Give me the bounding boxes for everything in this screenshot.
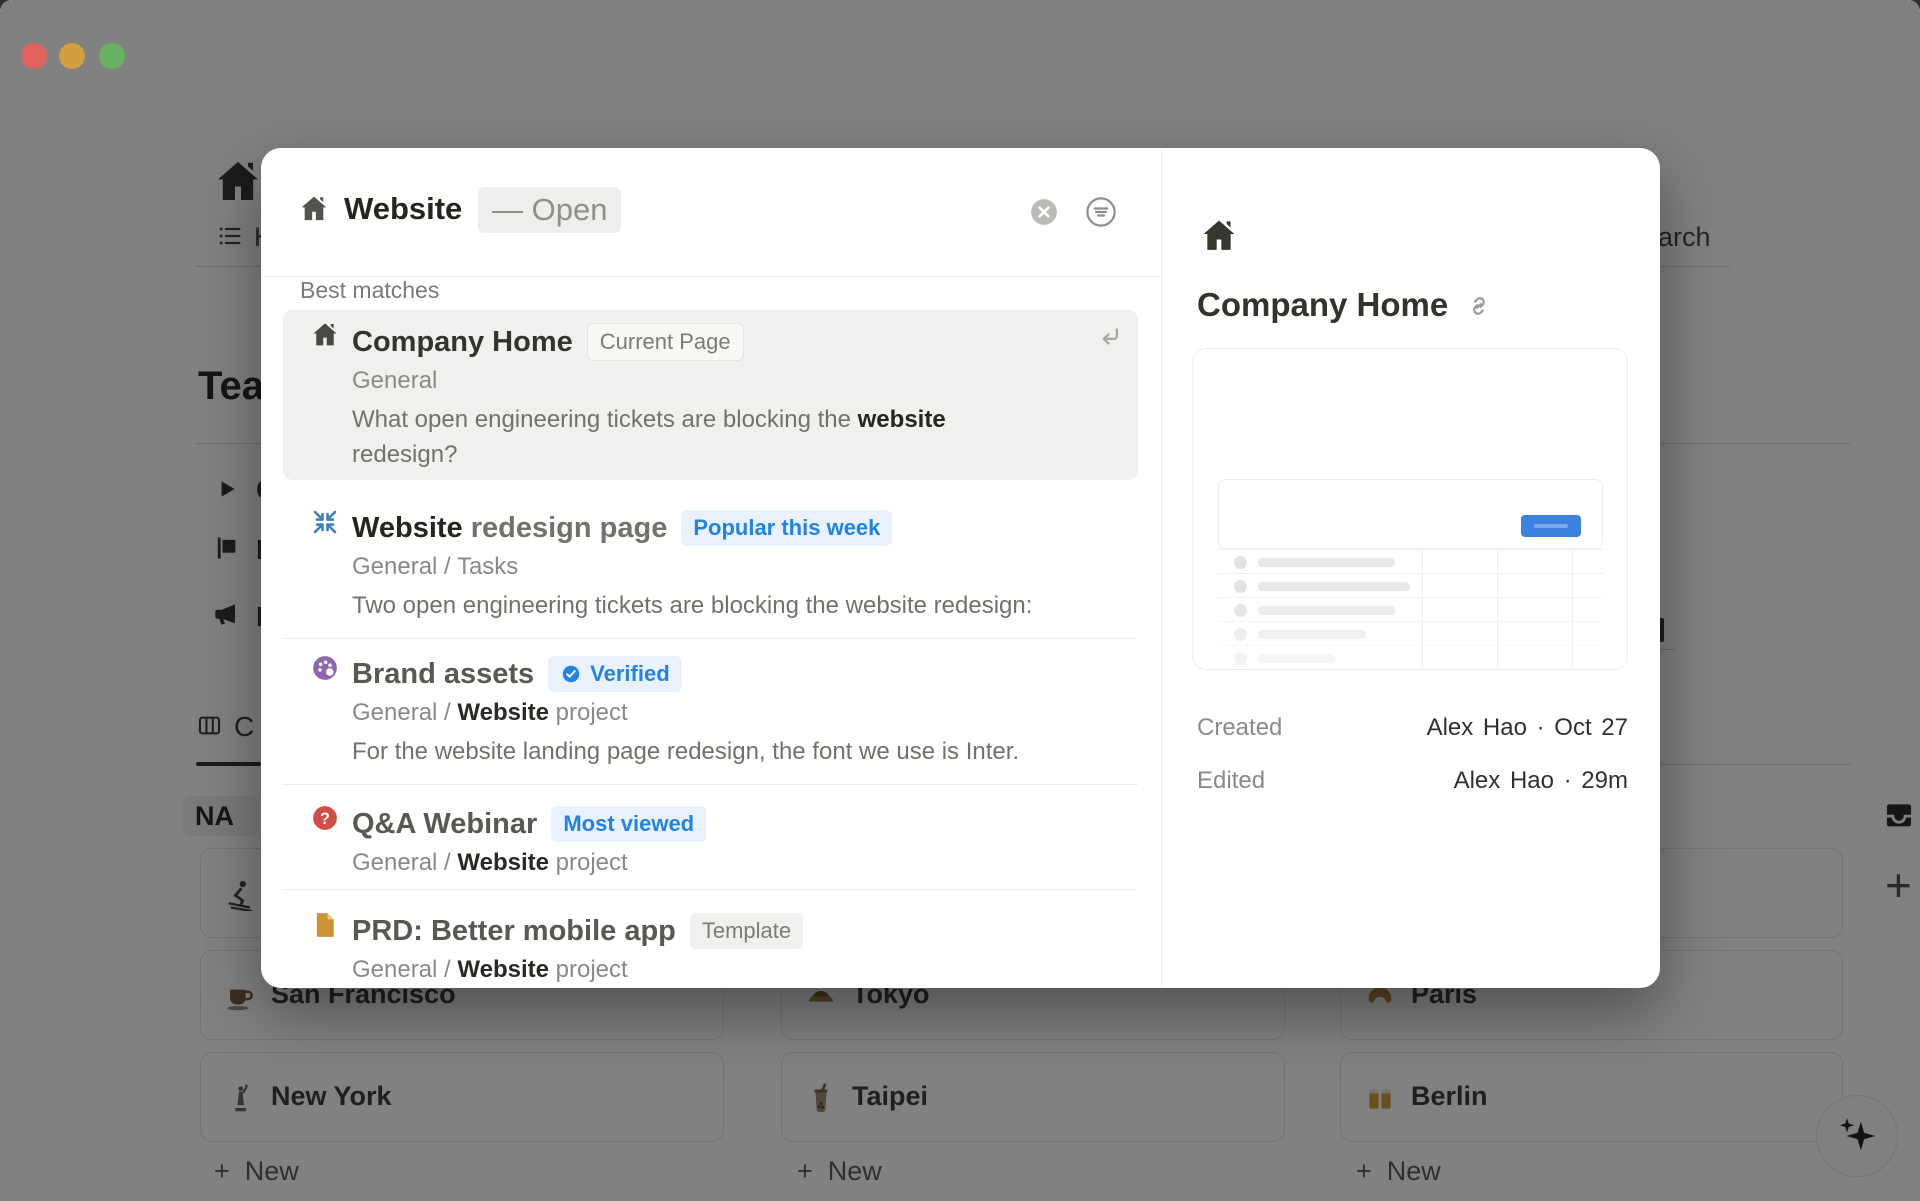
question-mark-icon: ?	[310, 803, 340, 833]
minimize-window-button[interactable]	[59, 43, 85, 69]
divider	[283, 784, 1138, 785]
divider	[283, 638, 1138, 639]
zoom-window-button[interactable]	[99, 43, 125, 69]
result-snippet: What open engineering tickets are blocki…	[352, 406, 946, 468]
meta-label: Created	[1197, 714, 1283, 741]
meta-edited-row: Edited Alex Hao · 29m	[1197, 767, 1628, 801]
panel-divider	[1161, 148, 1162, 988]
result-title: Q&A Webinar	[352, 807, 538, 840]
clear-search-button[interactable]	[1030, 198, 1058, 226]
link-icon[interactable]	[1466, 293, 1492, 319]
result-title: Company Home	[352, 325, 573, 358]
svg-text:?: ?	[320, 810, 330, 828]
results-section-label: Best matches	[300, 277, 440, 303]
page-preview-thumbnail	[1192, 348, 1628, 670]
search-autocomplete-hint: — Open	[478, 187, 622, 233]
meta-created-row: Created Alex Hao · Oct 27	[1197, 714, 1628, 748]
preview-blue-button	[1521, 515, 1581, 537]
house-icon	[298, 193, 330, 225]
search-result-brand-assets[interactable]: Brand assets Verified General / Website …	[283, 646, 1138, 769]
close-window-button[interactable]	[21, 43, 47, 69]
popular-badge: Popular this week	[681, 510, 893, 546]
return-key-icon	[1095, 322, 1125, 352]
arrows-in-icon	[310, 507, 340, 537]
result-title: Website redesign page	[352, 511, 668, 544]
palette-icon	[310, 653, 340, 683]
result-title: Brand assets	[352, 657, 535, 690]
search-result-company-home[interactable]: Company Home Current Page General What o…	[283, 314, 1138, 472]
search-result-prd[interactable]: PRD: Better mobile app Template General …	[283, 903, 1138, 988]
meta-label: Edited	[1197, 767, 1266, 794]
result-snippet: Two open engineering tickets are blockin…	[352, 592, 1033, 619]
preview-title: Company Home	[1197, 286, 1449, 323]
verified-seal-icon	[562, 665, 580, 683]
result-breadcrumb: General / Website project	[352, 849, 628, 876]
result-title: PRD: Better mobile app	[352, 914, 676, 947]
template-badge: Template	[689, 913, 804, 949]
meta-value: Alex Hao · Oct 27	[1426, 714, 1628, 741]
meta-value: Alex Hao · 29m	[1453, 767, 1628, 794]
search-modal: Website — Open Best matches Company Home…	[261, 148, 1660, 988]
result-breadcrumb: General / Tasks	[352, 553, 519, 580]
result-breadcrumb: General / Website project	[352, 699, 628, 726]
filter-icon[interactable]	[1085, 196, 1117, 228]
most-viewed-badge: Most viewed	[551, 806, 707, 842]
house-icon	[310, 320, 340, 350]
screen: Company Home H arch Tea C N P	[0, 0, 1920, 1201]
preview-table-skeleton	[1218, 549, 1603, 670]
house-icon	[1199, 216, 1239, 256]
result-snippet: For the website landing page redesign, t…	[352, 738, 1020, 765]
current-page-badge: Current Page	[586, 323, 744, 361]
search-input[interactable]: Website	[344, 191, 462, 227]
app-window: Company Home H arch Tea C N P	[0, 0, 1920, 1201]
divider	[283, 889, 1138, 890]
search-result-website-redesign[interactable]: Website redesign page Popular this week …	[283, 500, 1138, 623]
search-result-qa-webinar[interactable]: ? Q&A Webinar Most viewed General / Webs…	[283, 796, 1138, 882]
preview-toolbar-skeleton	[1218, 479, 1603, 549]
verified-badge: Verified	[548, 656, 682, 692]
result-breadcrumb: General	[352, 367, 438, 394]
document-icon	[310, 910, 340, 940]
result-breadcrumb: General / Website project	[352, 956, 628, 983]
